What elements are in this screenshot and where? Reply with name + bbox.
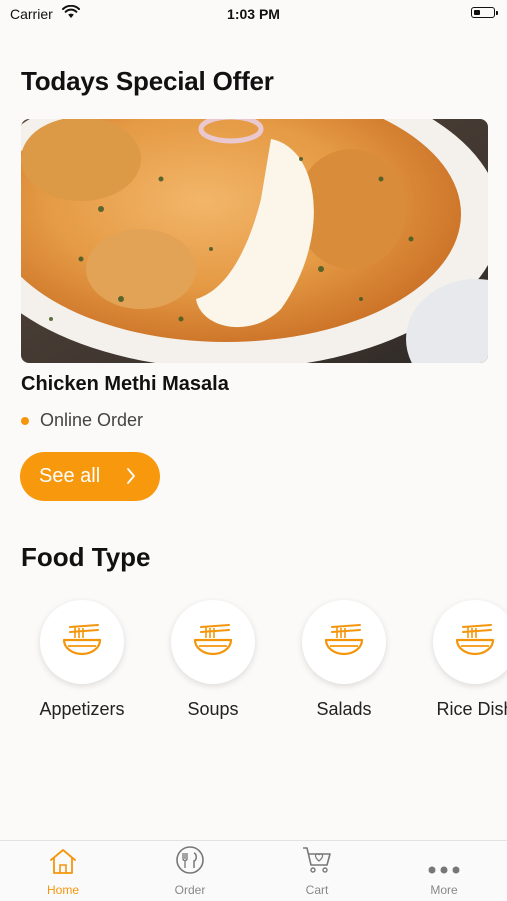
food-type-appetizers[interactable]: Appetizers (17, 598, 147, 720)
tab-label: Order (174, 883, 206, 897)
food-type-label: Appetizers (39, 699, 125, 719)
order-type-label: Online Order (40, 410, 144, 430)
food-type-title: Food Type (21, 542, 151, 572)
see-all-button[interactable]: See all (20, 452, 160, 501)
food-type-icon-circle (171, 600, 255, 684)
tab-home[interactable]: Home (0, 841, 126, 901)
food-type-rice-dish[interactable]: Rice Dish (410, 598, 507, 720)
tab-more[interactable]: More (381, 841, 507, 901)
order-type: Online Order (21, 410, 143, 431)
bottom-tab-bar: Home Order Cart More (0, 840, 507, 901)
food-type-icon-circle (40, 600, 124, 684)
see-all-label: See all (39, 465, 101, 487)
tab-cart[interactable]: Cart (254, 841, 380, 901)
food-type-icon-circle (433, 600, 507, 684)
special-offer-title: Todays Special Offer (21, 66, 274, 96)
curry-photo (21, 119, 488, 363)
dish-name: Chicken Methi Masala (21, 373, 229, 395)
status-time: 1:03 PM (227, 6, 280, 22)
noodle-bowl-icon (455, 624, 495, 656)
tab-label: More (430, 883, 458, 897)
status-bar: Carrier 1:03 PM (0, 0, 507, 28)
status-dot-icon (21, 416, 29, 425)
more-icon (428, 866, 460, 874)
food-type-soups[interactable]: Soups (148, 598, 278, 720)
food-type-label: Soups (187, 699, 239, 719)
fork-knife-icon (176, 846, 204, 874)
food-type-salads[interactable]: Salads (279, 598, 409, 720)
food-type-list[interactable]: Appetizers Soups Salads Rice Dish (0, 598, 507, 728)
noodle-bowl-icon (62, 624, 102, 656)
food-type-label: Salads (316, 699, 372, 719)
chevron-right-icon (126, 467, 136, 491)
cart-icon (303, 847, 331, 873)
noodle-bowl-icon (324, 624, 364, 656)
tab-label: Home (46, 883, 79, 897)
tab-label: Cart (305, 883, 329, 897)
food-type-icon-circle (302, 600, 386, 684)
home-icon (50, 849, 76, 874)
noodle-bowl-icon (193, 624, 233, 656)
food-type-label: Rice Dish (436, 699, 507, 719)
special-dish-image[interactable] (21, 119, 488, 363)
battery-icon (471, 7, 498, 18)
tab-order[interactable]: Order (127, 841, 253, 901)
